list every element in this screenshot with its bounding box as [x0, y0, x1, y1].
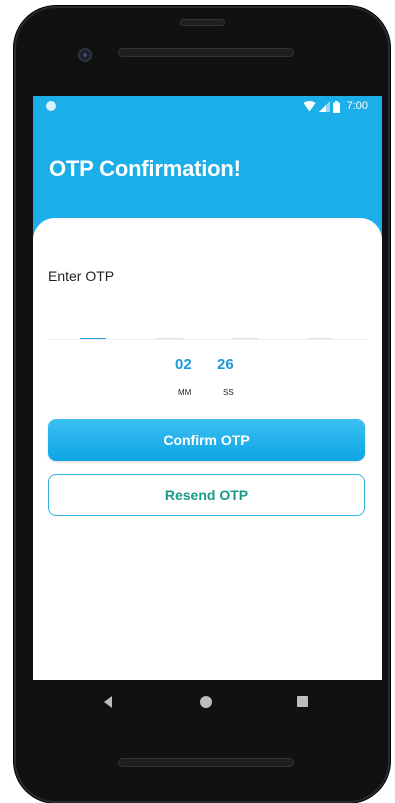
- timer-seconds: 26: [217, 356, 234, 373]
- home-nav-icon[interactable]: [200, 696, 212, 708]
- bottom-speaker: [118, 758, 294, 767]
- app-screen: 7:00 OTP Confirmation! Enter OTP 02 26 M…: [33, 96, 382, 680]
- battery-icon: [332, 100, 340, 113]
- system-nav-bar: [33, 680, 382, 724]
- otp-card: Enter OTP 02 26 MM SS Confirm OTP Resend…: [33, 218, 382, 680]
- otp-digit-3[interactable]: [232, 322, 258, 339]
- confirm-otp-button[interactable]: Confirm OTP: [48, 419, 365, 461]
- otp-digit-1[interactable]: [80, 322, 106, 339]
- otp-divider: [48, 339, 366, 340]
- otp-digit-4[interactable]: [307, 322, 333, 339]
- status-time: 7:00: [346, 100, 368, 112]
- resend-otp-button[interactable]: Resend OTP: [48, 474, 365, 516]
- otp-label: Enter OTP: [48, 268, 115, 284]
- timer-seconds-unit: SS: [223, 388, 234, 397]
- otp-input-group: [48, 322, 366, 340]
- front-camera: [78, 48, 92, 62]
- status-icons: 7:00: [303, 99, 368, 114]
- timer-minutes-unit: MM: [178, 388, 192, 397]
- timer-minutes: 02: [175, 356, 192, 373]
- recent-apps-nav-icon[interactable]: [297, 696, 308, 707]
- wifi-icon: [303, 101, 316, 112]
- back-nav-icon[interactable]: [104, 696, 112, 708]
- status-bar: 7:00: [33, 96, 382, 118]
- otp-digit-2[interactable]: [157, 322, 183, 339]
- earpiece-speaker: [118, 48, 294, 57]
- top-sensor: [180, 19, 225, 26]
- notification-icon: [46, 101, 56, 111]
- cellular-signal-icon: [318, 101, 330, 112]
- page-title: OTP Confirmation!: [49, 156, 241, 181]
